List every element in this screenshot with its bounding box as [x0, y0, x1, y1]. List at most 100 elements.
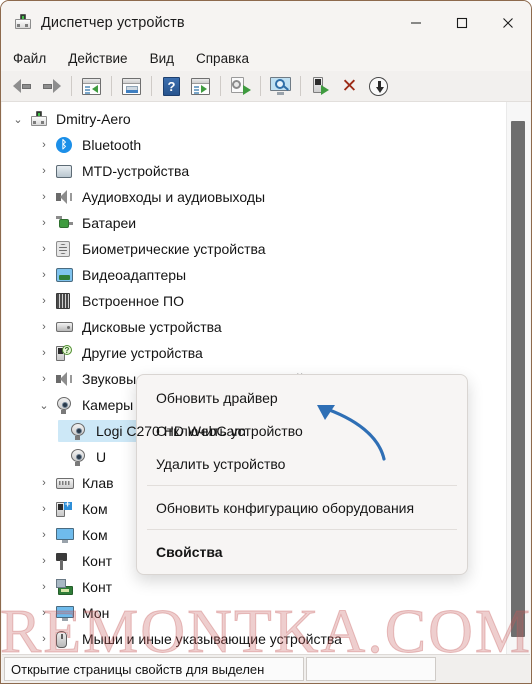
- window-title: Диспетчер устройств: [41, 15, 185, 31]
- menu-view[interactable]: Вид: [150, 51, 174, 66]
- status-field-secondary: [306, 657, 436, 681]
- scrollbar-thumb[interactable]: [511, 121, 525, 637]
- tree-root-dmitry-aero[interactable]: ⌄ Dmitry-Aero: [2, 106, 506, 132]
- tree-item-label: Встроенное ПО: [82, 293, 184, 309]
- tree-item-label: Bluetooth: [82, 137, 142, 153]
- back-arrow-icon[interactable]: [9, 73, 36, 99]
- mtd-device-icon: [56, 162, 74, 180]
- chevron-right-icon[interactable]: ›: [38, 347, 50, 359]
- tree-item-mtd-devices[interactable]: › MTD-устройства: [2, 158, 506, 184]
- chevron-right-icon[interactable]: ›: [38, 555, 50, 567]
- tree-item-mice-pointing-devices[interactable]: › Мыши и иные указывающие устройства: [2, 626, 506, 652]
- minimize-button[interactable]: [393, 1, 439, 45]
- properties-window-icon[interactable]: [118, 73, 145, 99]
- disable-device-icon[interactable]: [307, 73, 334, 99]
- tree-item-audio-inputs-outputs[interactable]: › Аудиовходы и аудиовыходы: [2, 184, 506, 210]
- toolbar-separator: [220, 76, 221, 96]
- menu-action[interactable]: Действие: [68, 51, 127, 66]
- close-button[interactable]: [485, 1, 531, 45]
- firmware-icon: [56, 292, 74, 310]
- tree-item-label: Мон: [82, 605, 110, 621]
- tree-item-label: Батареи: [82, 215, 137, 231]
- update-driver-icon[interactable]: [227, 73, 254, 99]
- tree-item-label: Камеры: [82, 397, 134, 413]
- uninstall-device-icon[interactable]: ✕: [336, 73, 363, 99]
- tree-item-storage-controllers[interactable]: › Конт: [2, 574, 506, 600]
- chevron-right-icon[interactable]: ›: [38, 503, 50, 515]
- show-hide-console-tree-icon[interactable]: [78, 73, 105, 99]
- tree-item-biometric-devices[interactable]: › Биометрические устройства: [2, 236, 506, 262]
- chevron-right-icon[interactable]: ›: [38, 581, 50, 593]
- chevron-right-icon[interactable]: ›: [38, 295, 50, 307]
- tree-item-label: Ком: [82, 501, 108, 517]
- tree-item-label: Ком: [82, 527, 108, 543]
- mouse-icon: [56, 630, 74, 648]
- maximize-button[interactable]: [439, 1, 485, 45]
- audio-icon: [56, 370, 74, 388]
- vertical-scrollbar[interactable]: [506, 102, 530, 654]
- keyboard-icon: [56, 474, 74, 492]
- tree-item-label: Биометрические устройства: [82, 241, 266, 257]
- context-menu-separator: [147, 485, 457, 486]
- chevron-right-icon[interactable]: ›: [38, 321, 50, 333]
- tree-item-batteries[interactable]: › Батареи: [2, 210, 506, 236]
- tree-item-label: Другие устройства: [82, 345, 203, 361]
- toolbar-separator: [111, 76, 112, 96]
- context-menu: Обновить драйвер Отключить устройство Уд…: [136, 374, 468, 575]
- context-menu-item-uninstall-device[interactable]: Удалить устройство: [137, 447, 467, 480]
- tree-item-label: MTD-устройства: [82, 163, 190, 179]
- tree-item-label: Мыши и иные указывающие устройства: [82, 631, 342, 647]
- context-menu-item-update-driver[interactable]: Обновить драйвер: [137, 381, 467, 414]
- chevron-right-icon[interactable]: ›: [38, 139, 50, 151]
- chevron-down-icon[interactable]: ⌄: [12, 113, 24, 126]
- monitor-icon: [56, 604, 74, 622]
- tree-item-monitors[interactable]: › Мон: [2, 600, 506, 626]
- chevron-right-icon[interactable]: ›: [38, 373, 50, 385]
- help-icon[interactable]: ?: [158, 73, 185, 99]
- menu-help[interactable]: Справка: [196, 51, 249, 66]
- toolbar-separator: [151, 76, 152, 96]
- tree-item-firmware[interactable]: › Встроенное ПО: [2, 288, 506, 314]
- tree-item-bluetooth[interactable]: › ᛒ Bluetooth: [2, 132, 506, 158]
- chevron-right-icon[interactable]: ›: [38, 217, 50, 229]
- camera-icon: [70, 448, 88, 466]
- device-manager-window: Диспетчер устройств Файл Действие Вид Сп…: [0, 0, 532, 684]
- toolbar-separator: [71, 76, 72, 96]
- chevron-right-icon[interactable]: ›: [38, 165, 50, 177]
- tree-item-label: Дисковые устройства: [82, 319, 222, 335]
- context-menu-separator: [147, 529, 457, 530]
- menu-file[interactable]: Файл: [13, 51, 46, 66]
- biometric-icon: [56, 240, 74, 258]
- chevron-right-icon[interactable]: ›: [38, 607, 50, 619]
- computer-icon: [30, 110, 48, 128]
- context-menu-item-scan-hardware-changes[interactable]: Обновить конфигурацию оборудования: [137, 491, 467, 524]
- storage-controller-icon: [56, 578, 74, 596]
- context-menu-item-properties[interactable]: Свойства: [137, 535, 467, 568]
- camera-icon: [70, 422, 88, 440]
- status-text: Открытие страницы свойств для выделен: [11, 661, 265, 677]
- tree-item-label: Клав: [82, 475, 114, 491]
- scan-hardware-changes-icon[interactable]: [267, 73, 294, 99]
- chevron-right-icon[interactable]: ›: [38, 529, 50, 541]
- chevron-down-icon[interactable]: ⌄: [38, 399, 50, 412]
- toolbar-separator: [300, 76, 301, 96]
- computer-plus-icon: [56, 499, 74, 518]
- usb-controller-icon: [56, 552, 74, 570]
- tree-item-label: Logi C270 HD WebCam: [96, 423, 246, 439]
- tree-item-display-adapters[interactable]: › Видеоадаптеры: [2, 262, 506, 288]
- chevron-right-icon[interactable]: ›: [38, 633, 50, 645]
- forward-arrow-icon[interactable]: [38, 73, 65, 99]
- chevron-right-icon[interactable]: ›: [38, 191, 50, 203]
- download-icon[interactable]: [365, 73, 392, 99]
- tree-item-other-devices[interactable]: › ? Другие устройства: [2, 340, 506, 366]
- chevron-right-icon[interactable]: ›: [38, 243, 50, 255]
- tree-item-disk-drives[interactable]: › Дисковые устройства: [2, 314, 506, 340]
- display-adapter-icon: [56, 266, 74, 284]
- scan-window-icon[interactable]: [187, 73, 214, 99]
- other-device-icon: ?: [56, 344, 74, 362]
- tree-item-label: Видеоадаптеры: [82, 267, 187, 283]
- chevron-right-icon[interactable]: ›: [38, 269, 50, 281]
- title-bar: Диспетчер устройств: [1, 1, 531, 45]
- chevron-right-icon[interactable]: ›: [38, 477, 50, 489]
- tree-item-label: Аудиовходы и аудиовыходы: [82, 189, 266, 205]
